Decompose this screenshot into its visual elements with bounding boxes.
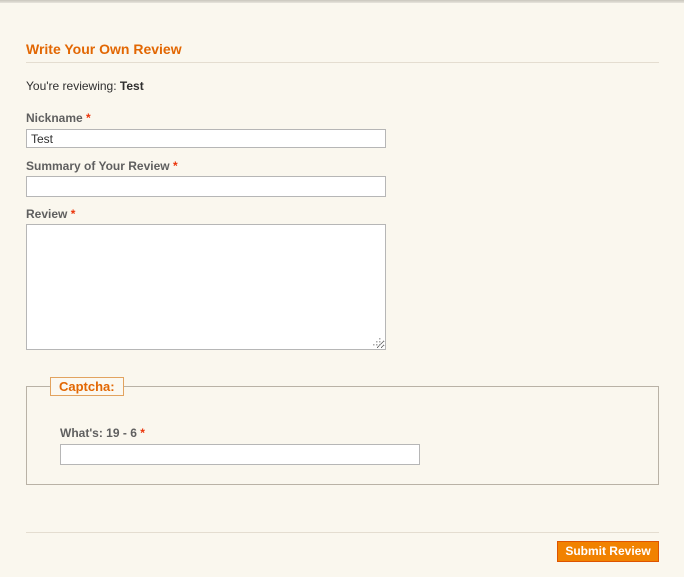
reviewing-line: You're reviewing: Test	[26, 79, 144, 93]
required-marker: *	[140, 426, 145, 440]
product-name: Test	[119, 79, 144, 93]
nickname-label: Nickname *	[26, 111, 91, 125]
required-marker: *	[172, 159, 178, 173]
submit-review-button[interactable]: Submit Review	[557, 541, 659, 562]
captcha-input[interactable]	[60, 444, 420, 465]
review-textarea[interactable]	[26, 224, 386, 350]
form-heading: Write Your Own Review	[26, 40, 659, 63]
review-label-text: Review	[26, 207, 68, 221]
summary-label: Summary of Your Review *	[26, 159, 178, 173]
reviewing-prefix: You're reviewing:	[26, 79, 117, 93]
captcha-legend: Captcha:	[50, 377, 124, 396]
divider	[26, 532, 659, 533]
captcha-question: What's: 19 - 6	[60, 426, 137, 440]
nickname-input[interactable]	[26, 129, 386, 148]
captcha-label: What's: 19 - 6 *	[60, 426, 145, 440]
captcha-fieldset: Captcha: What's: 19 - 6 *	[26, 377, 659, 485]
summary-label-text: Summary of Your Review	[26, 159, 170, 173]
required-marker: *	[70, 207, 76, 221]
review-form: Write Your Own Review You're reviewing: …	[26, 40, 659, 562]
review-label: Review *	[26, 207, 75, 221]
summary-input[interactable]	[26, 176, 386, 197]
required-marker: *	[86, 111, 91, 125]
top-border	[0, 0, 684, 3]
nickname-label-text: Nickname	[26, 111, 83, 125]
resize-grip-icon[interactable]	[371, 336, 381, 346]
